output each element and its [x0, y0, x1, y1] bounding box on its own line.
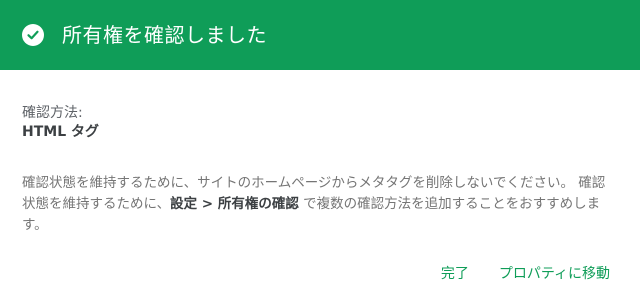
settings-path: 設定 > 所有権の確認	[170, 196, 299, 212]
verification-dialog: 所有権を確認しました 確認方法: HTML タグ 確認状態を維持するために、サイ…	[0, 0, 640, 308]
dialog-header: 所有権を確認しました	[0, 0, 640, 70]
description-text: 確認状態を維持するために、サイトのホームページからメタタグを削除しないでください…	[22, 173, 618, 236]
check-circle-icon	[22, 24, 44, 46]
dialog-actions: 完了 プロパティに移動	[441, 262, 610, 286]
done-button[interactable]: 完了	[441, 262, 469, 286]
dialog-title: 所有権を確認しました	[62, 23, 267, 47]
verification-method-label: 確認方法:	[22, 105, 83, 121]
verification-method-value: HTML タグ	[22, 124, 99, 140]
go-to-property-button[interactable]: プロパティに移動	[499, 262, 610, 286]
